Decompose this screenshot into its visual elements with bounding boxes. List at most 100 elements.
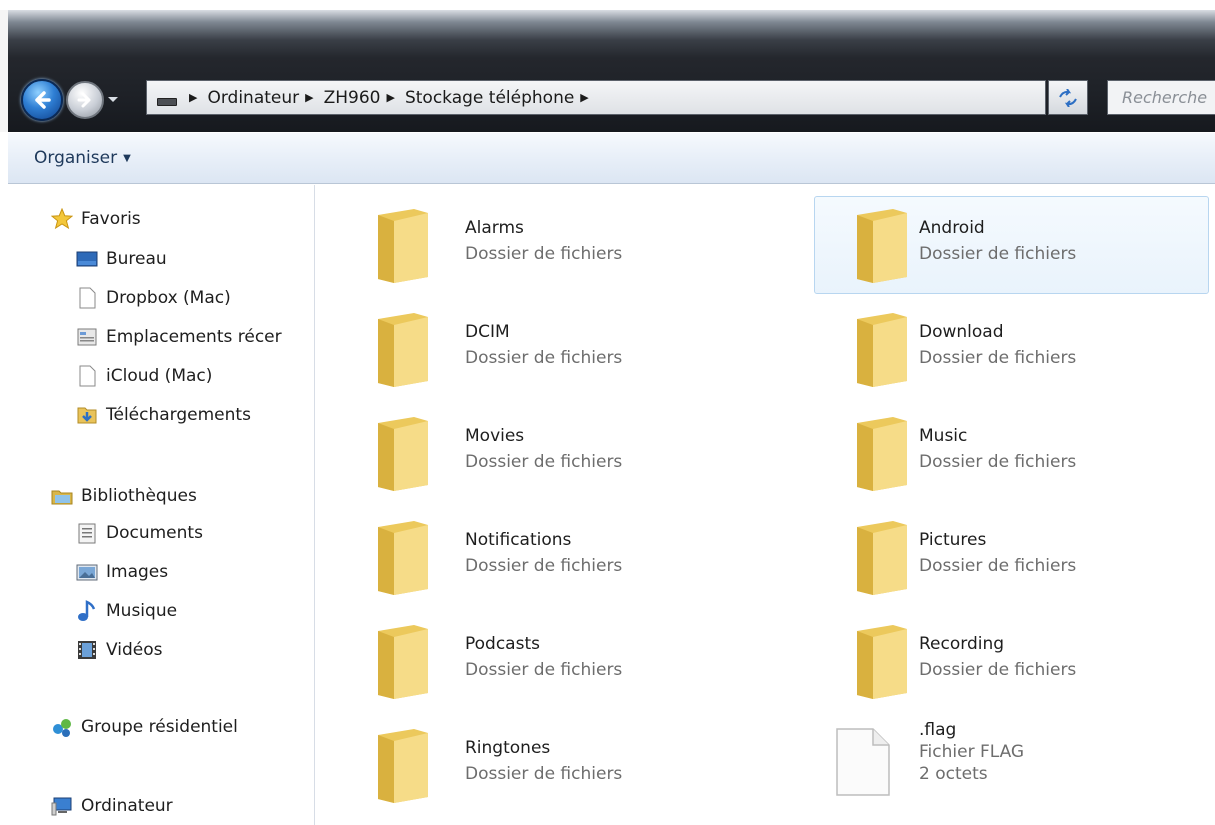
sidebar-item-label: Favoris	[81, 209, 141, 229]
address-bar[interactable]: ▶ Ordinateur ▶ ZH960 ▶ Stockage téléphon…	[146, 80, 1177, 115]
sidebar-item-label: Emplacements récer	[106, 327, 282, 347]
computer-icon	[51, 795, 73, 817]
folder-icon	[857, 209, 907, 283]
navigation-pane: Favoris Bureau Dropbox (Mac) Emplacement…	[8, 185, 315, 825]
folder-tile-notifications[interactable]: Notifications Dossier de fichiers	[335, 508, 730, 606]
item-name: Movies	[465, 426, 525, 446]
file-tile-flag[interactable]: .flag Fichier FLAG 2 octets	[814, 716, 1209, 814]
breadcrumb-separator-icon[interactable]: ▶	[387, 91, 395, 104]
item-type: Dossier de fichiers	[919, 660, 1077, 680]
item-type: Dossier de fichiers	[465, 452, 623, 472]
sidebar-item-label: Images	[106, 562, 169, 582]
organize-label: Organiser	[34, 148, 118, 168]
sidebar-item-recent-places[interactable]: Emplacements récer	[76, 323, 282, 351]
breadcrumb-ordinateur[interactable]: Ordinateur	[207, 88, 299, 108]
refresh-button[interactable]	[1048, 80, 1088, 115]
folder-icon	[857, 625, 907, 699]
item-type: Dossier de fichiers	[919, 452, 1077, 472]
sidebar-item-documents[interactable]: Documents	[76, 519, 203, 547]
desktop-icon	[76, 248, 98, 270]
item-name: Android	[919, 218, 985, 238]
sidebar-item-icloud[interactable]: iCloud (Mac)	[76, 362, 212, 390]
item-size: 2 octets	[919, 764, 988, 784]
sidebar-item-label: Documents	[106, 523, 203, 543]
command-bar: Organiser ▼	[8, 132, 1215, 184]
breadcrumb-stockage[interactable]: Stockage téléphone	[405, 88, 574, 108]
breadcrumb-separator-icon[interactable]: ▶	[305, 91, 313, 104]
item-type: Dossier de fichiers	[465, 660, 623, 680]
sidebar-item-downloads[interactable]: Téléchargements	[76, 401, 251, 429]
folder-icon	[378, 625, 428, 699]
window-titlebar: ▶ Ordinateur ▶ ZH960 ▶ Stockage téléphon…	[0, 0, 1215, 132]
back-button[interactable]	[21, 79, 63, 121]
folder-tile-dcim[interactable]: DCIM Dossier de fichiers	[335, 300, 730, 398]
folder-tile-download[interactable]: Download Dossier de fichiers	[814, 300, 1209, 398]
sidebar-item-label: Bureau	[106, 249, 167, 269]
libraries-icon	[51, 485, 73, 507]
sidebar-item-label: Vidéos	[106, 640, 163, 660]
sidebar-item-label: Ordinateur	[81, 796, 173, 816]
folder-tile-android[interactable]: Android Dossier de fichiers	[814, 196, 1209, 294]
item-type: Dossier de fichiers	[465, 556, 623, 576]
folder-icon	[378, 729, 428, 803]
search-input[interactable]: Recherche	[1107, 80, 1215, 115]
folder-tile-recording[interactable]: Recording Dossier de fichiers	[814, 612, 1209, 710]
chevron-down-icon: ▼	[123, 152, 131, 164]
document-icon	[76, 522, 98, 544]
folder-icon	[857, 417, 907, 491]
item-name: Podcasts	[465, 634, 540, 654]
folder-tile-ringtones[interactable]: Ringtones Dossier de fichiers	[335, 716, 730, 814]
sidebar-item-label: Musique	[106, 601, 178, 621]
film-strip-icon	[76, 639, 98, 661]
homegroup-icon	[51, 716, 73, 738]
item-name: Recording	[919, 634, 1005, 654]
item-type: Fichier FLAG	[919, 742, 1025, 762]
forward-button[interactable]	[66, 81, 104, 119]
item-name: .flag	[919, 720, 957, 740]
star-icon	[50, 207, 74, 230]
blank-file-icon	[76, 365, 98, 387]
folder-icon	[378, 313, 428, 387]
item-name: Download	[919, 322, 1004, 342]
sidebar-item-dropbox[interactable]: Dropbox (Mac)	[76, 284, 231, 312]
sidebar-item-images[interactable]: Images	[76, 558, 168, 586]
breadcrumb-separator-icon[interactable]: ▶	[580, 91, 588, 104]
folder-icon	[378, 521, 428, 595]
sidebar-item-label: iCloud (Mac)	[106, 366, 213, 386]
recent-pages-dropdown[interactable]	[106, 93, 120, 107]
sidebar-item-homegroup[interactable]: Groupe résidentiel	[51, 713, 238, 741]
folder-icon	[378, 209, 428, 283]
sidebar-item-label: Bibliothèques	[81, 486, 197, 506]
folder-icon	[857, 313, 907, 387]
downloads-folder-icon	[76, 404, 98, 426]
sidebar-item-label: Dropbox (Mac)	[106, 288, 231, 308]
picture-icon	[76, 561, 98, 583]
breadcrumb-zh960[interactable]: ZH960	[324, 88, 381, 108]
folder-tile-podcasts[interactable]: Podcasts Dossier de fichiers	[335, 612, 730, 710]
item-name: DCIM	[465, 322, 510, 342]
file-list: Alarms Dossier de fichiers Android Dossi…	[316, 185, 1215, 825]
recent-places-icon	[76, 326, 98, 348]
organize-button[interactable]: Organiser ▼	[34, 148, 131, 168]
folder-tile-alarms[interactable]: Alarms Dossier de fichiers	[335, 196, 730, 294]
sidebar-item-label: Groupe résidentiel	[81, 717, 238, 737]
sidebar-item-favoris[interactable]: Favoris	[50, 205, 141, 233]
item-name: Pictures	[919, 530, 987, 550]
folder-tile-movies[interactable]: Movies Dossier de fichiers	[335, 404, 730, 502]
folder-tile-music[interactable]: Music Dossier de fichiers	[814, 404, 1209, 502]
sidebar-item-ordinateur[interactable]: Ordinateur	[51, 792, 173, 820]
music-note-icon	[76, 600, 98, 622]
item-type: Dossier de fichiers	[919, 348, 1077, 368]
refresh-icon	[1059, 88, 1077, 107]
sidebar-item-bibliotheques[interactable]: Bibliothèques	[51, 482, 197, 510]
breadcrumb-separator-icon[interactable]: ▶	[189, 91, 197, 104]
sidebar-item-label: Téléchargements	[106, 405, 251, 425]
file-icon	[836, 728, 890, 796]
sidebar-item-bureau[interactable]: Bureau	[76, 245, 167, 273]
chevron-down-icon	[108, 97, 118, 102]
back-arrow-icon	[35, 91, 51, 109]
item-type: Dossier de fichiers	[465, 348, 623, 368]
folder-tile-pictures[interactable]: Pictures Dossier de fichiers	[814, 508, 1209, 606]
sidebar-item-musique[interactable]: Musique	[76, 597, 177, 625]
sidebar-item-videos[interactable]: Vidéos	[76, 636, 163, 664]
